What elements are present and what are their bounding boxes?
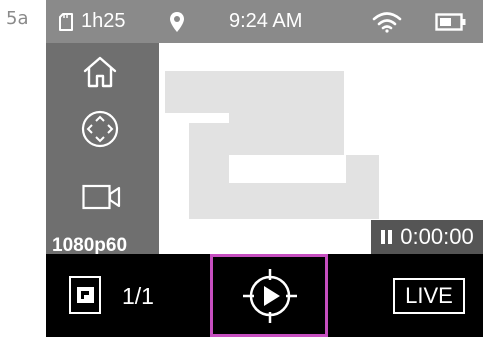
play-icon — [243, 269, 297, 323]
time-remaining: 1h25 — [81, 10, 126, 32]
step-label: 5a — [6, 8, 29, 29]
recording-timer: 0:00:00 — [371, 220, 483, 254]
location-pin-icon — [170, 11, 184, 32]
live-preview: 0:00:00 — [159, 43, 483, 254]
recording-time: 0:00:00 — [400, 224, 474, 249]
battery-icon — [435, 12, 466, 31]
sidebar: 1080p60 — [46, 43, 159, 256]
live-label: LIVE — [405, 283, 453, 308]
bottom-bar: 1/1 LIVE — [46, 254, 483, 337]
storage-status: 1h25 — [58, 0, 126, 43]
media-counter: 1/1 — [122, 283, 154, 309]
sd-card-icon — [59, 12, 73, 31]
media-gallery-icon[interactable] — [69, 276, 101, 314]
status-bar: 1h25 9:24 AM — [46, 0, 483, 43]
pause-icon — [381, 230, 393, 244]
wifi-icon — [372, 11, 402, 33]
home-icon[interactable] — [82, 56, 118, 88]
camera-screen: 1h25 9:24 AM 1080p60 0:00:00 1/1 LIVE — [46, 0, 483, 337]
clock: 9:24 AM — [229, 10, 303, 32]
play-button[interactable] — [210, 254, 328, 337]
pan-tilt-control-icon[interactable] — [81, 110, 119, 148]
video-camera-icon[interactable] — [82, 182, 122, 212]
live-button[interactable]: LIVE — [393, 278, 465, 314]
